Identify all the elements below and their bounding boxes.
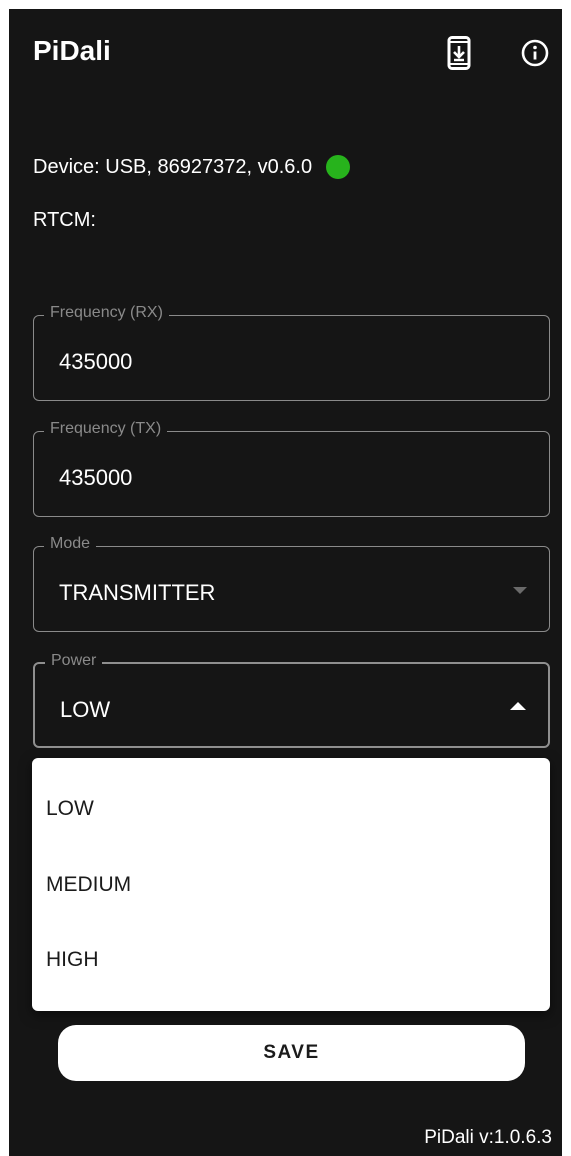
chevron-down-icon[interactable] <box>513 587 527 594</box>
frequency-rx-field[interactable]: Frequency (RX) 435000 <box>33 304 550 401</box>
frequency-tx-label: Frequency (TX) <box>44 420 168 438</box>
app-title: PiDali <box>33 35 111 66</box>
mode-select[interactable]: Mode TRANSMITTER <box>33 535 550 632</box>
connection-indicator <box>326 155 351 179</box>
power-label: Power <box>45 652 103 670</box>
info-icon[interactable] <box>519 35 551 71</box>
mode-value: TRANSMITTER <box>59 580 216 605</box>
frequency-rx-label: Frequency (RX) <box>44 304 169 322</box>
rtcm-label: RTCM: <box>33 209 96 231</box>
power-select[interactable]: Power LOW <box>33 652 550 748</box>
power-options-menu: LOW MEDIUM HIGH <box>32 758 550 1011</box>
mode-label: Mode <box>44 535 97 553</box>
frequency-tx-field[interactable]: Frequency (TX) 435000 <box>33 420 550 517</box>
app-screen: PiDali Device: USB, 86927372, v0.6.0 RTC… <box>9 9 562 1156</box>
power-option-medium[interactable]: MEDIUM <box>46 865 131 905</box>
power-option-high[interactable]: HIGH <box>46 940 99 980</box>
device-status: Device: USB, 86927372, v0.6.0 <box>33 155 351 179</box>
chevron-up-icon[interactable] <box>510 702 526 710</box>
frequency-rx-value[interactable]: 435000 <box>59 349 132 375</box>
power-option-low[interactable]: LOW <box>46 789 94 829</box>
app-version: PiDali v:1.0.6.3 <box>424 1127 552 1148</box>
power-value: LOW <box>60 697 111 722</box>
save-button[interactable]: SAVE <box>58 1025 525 1081</box>
device-status-text: Device: USB, 86927372, v0.6.0 <box>33 155 313 178</box>
install-mobile-icon[interactable] <box>443 35 475 71</box>
app-bar: PiDali <box>9 9 562 99</box>
frequency-tx-value[interactable]: 435000 <box>59 465 132 491</box>
